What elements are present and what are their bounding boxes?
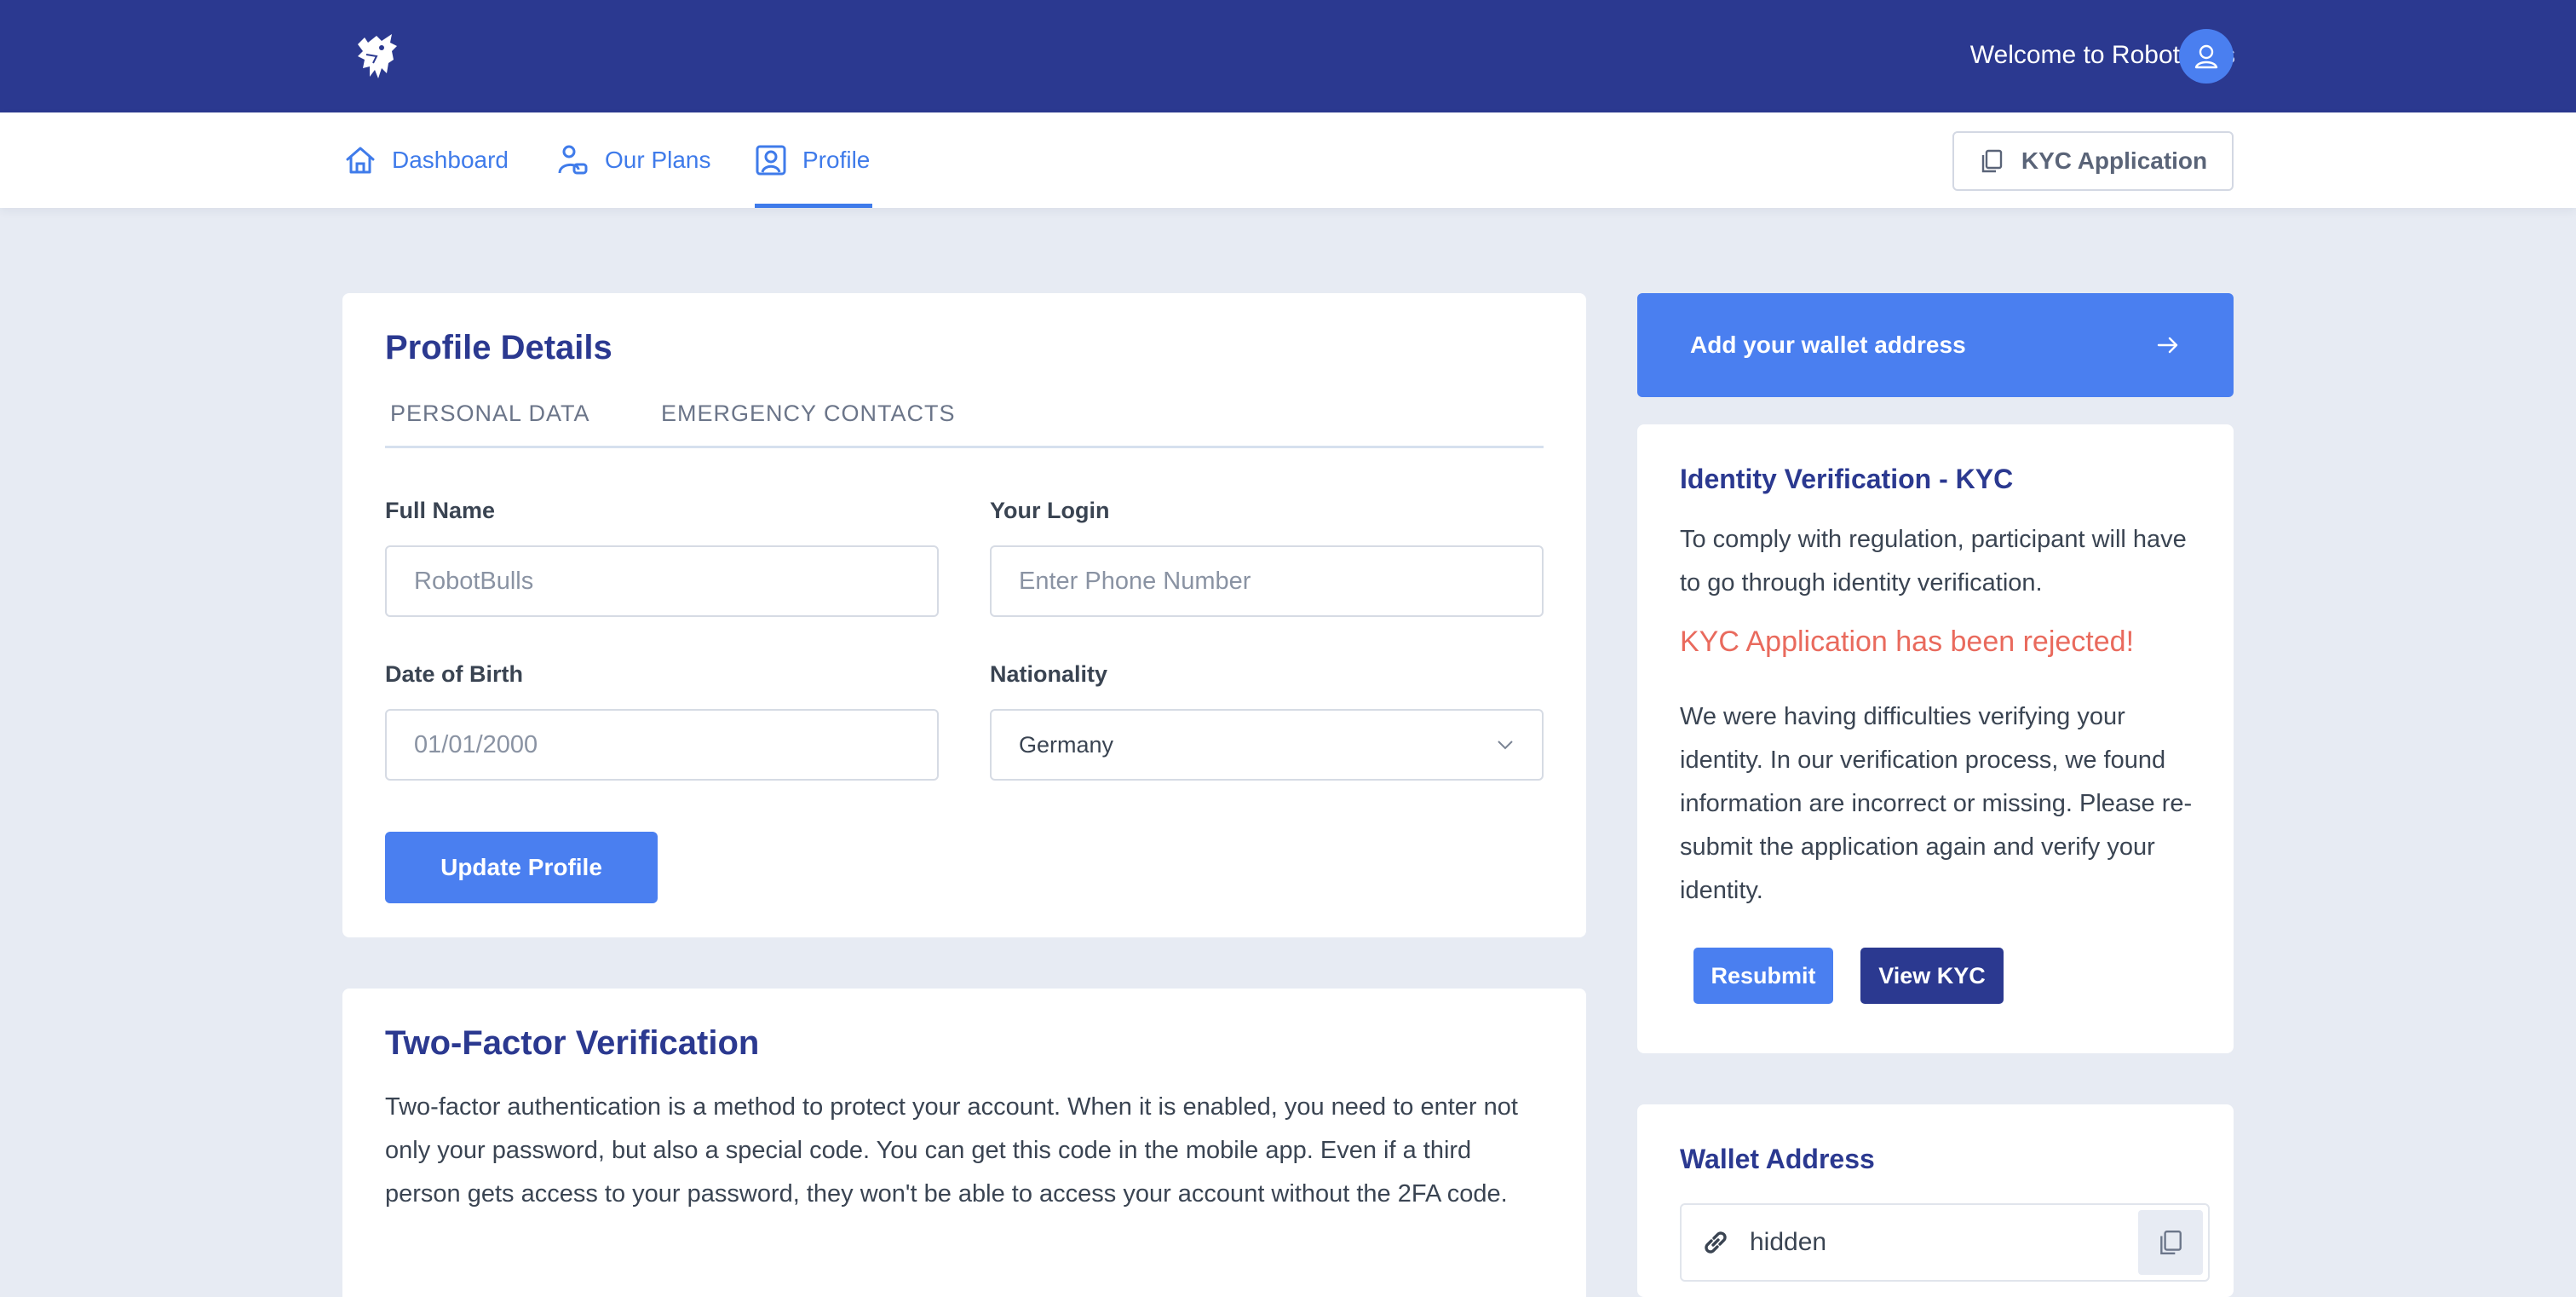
kyc-description: To comply with regulation, participant w… [1680,526,2187,597]
full-name-value: RobotBulls [414,567,534,595]
copy-document-icon [1981,149,2003,173]
profile-details-title: Profile Details [385,329,612,366]
add-wallet-address-label: Add your wallet address [1690,331,1966,358]
link-icon [1705,1231,1727,1254]
copy-icon [2160,1231,2182,1254]
two-factor-description: Two-factor authentication is a method to… [385,1093,1518,1208]
view-kyc-button[interactable]: View KYC [1860,948,2004,1004]
profile-tabs: PERSONAL DATA EMERGENCY CONTACTS [385,401,1544,448]
wallet-address-card: Wallet Address hidden [1637,1104,2234,1297]
kyc-detail: We were having difficulties verifying yo… [1680,703,2193,904]
bull-logo-icon[interactable] [348,26,407,85]
kyc-title: Identity Verification - KYC [1680,464,2014,494]
resubmit-button[interactable]: Resubmit [1693,948,1833,1004]
full-name-label: Full Name [385,498,496,523]
dob-input[interactable]: 01/01/2000 [385,709,939,781]
update-profile-button[interactable]: Update Profile [385,832,658,903]
wallet-address-field[interactable]: hidden [1680,1203,2210,1282]
wallet-address-value: hidden [1750,1228,1827,1256]
two-factor-card: Two-Factor Verification Two-factor authe… [342,989,1586,1297]
active-tab-indicator [755,204,872,208]
nationality-select[interactable]: Germany [990,709,1544,781]
kyc-card: Identity Verification - KYC To comply wi… [1637,424,2234,1053]
two-factor-title: Two-Factor Verification [385,1024,760,1062]
nav-label-profile: Profile [802,147,871,173]
wallet-address-title: Wallet Address [1680,1144,1875,1174]
copy-wallet-button[interactable] [2138,1210,2203,1275]
plans-icon [558,145,588,175]
user-icon [2194,44,2218,69]
login-input[interactable]: Enter Phone Number [990,545,1544,617]
tab-emergency-contacts[interactable]: EMERGENCY CONTACTS [661,401,956,427]
nav-label-our-plans: Our Plans [605,147,711,173]
chevron-down-icon [1498,741,1513,750]
user-avatar[interactable] [2179,29,2234,84]
dob-value: 01/01/2000 [414,730,538,758]
nationality-label: Nationality [990,661,1108,687]
nav-item-profile[interactable]: Profile [755,143,870,177]
top-bar: Welcome to RobotBulls [0,0,2576,112]
nav-item-our-plans[interactable]: Our Plans [557,143,711,177]
kyc-application-button[interactable]: KYC Application [1952,131,2234,191]
login-placeholder: Enter Phone Number [1019,567,1251,595]
add-wallet-address-button[interactable]: Add your wallet address [1637,293,2234,397]
profile-details-card: Profile Details PERSONAL DATA EMERGENCY … [342,293,1586,937]
nav-label-dashboard: Dashboard [392,147,509,173]
nav-item-dashboard[interactable]: Dashboard [344,143,509,177]
profile-icon [756,145,786,176]
kyc-status: KYC Application has been rejected! [1680,625,2135,658]
kyc-application-label: KYC Application [2021,147,2208,174]
login-label: Your Login [990,498,1110,523]
home-icon [346,147,375,174]
nationality-value: Germany [1019,731,1114,758]
dob-label: Date of Birth [385,661,523,687]
tab-personal-data[interactable]: PERSONAL DATA [390,401,590,427]
full-name-input[interactable]: RobotBulls [385,545,939,617]
arrow-right-icon [2157,337,2178,354]
